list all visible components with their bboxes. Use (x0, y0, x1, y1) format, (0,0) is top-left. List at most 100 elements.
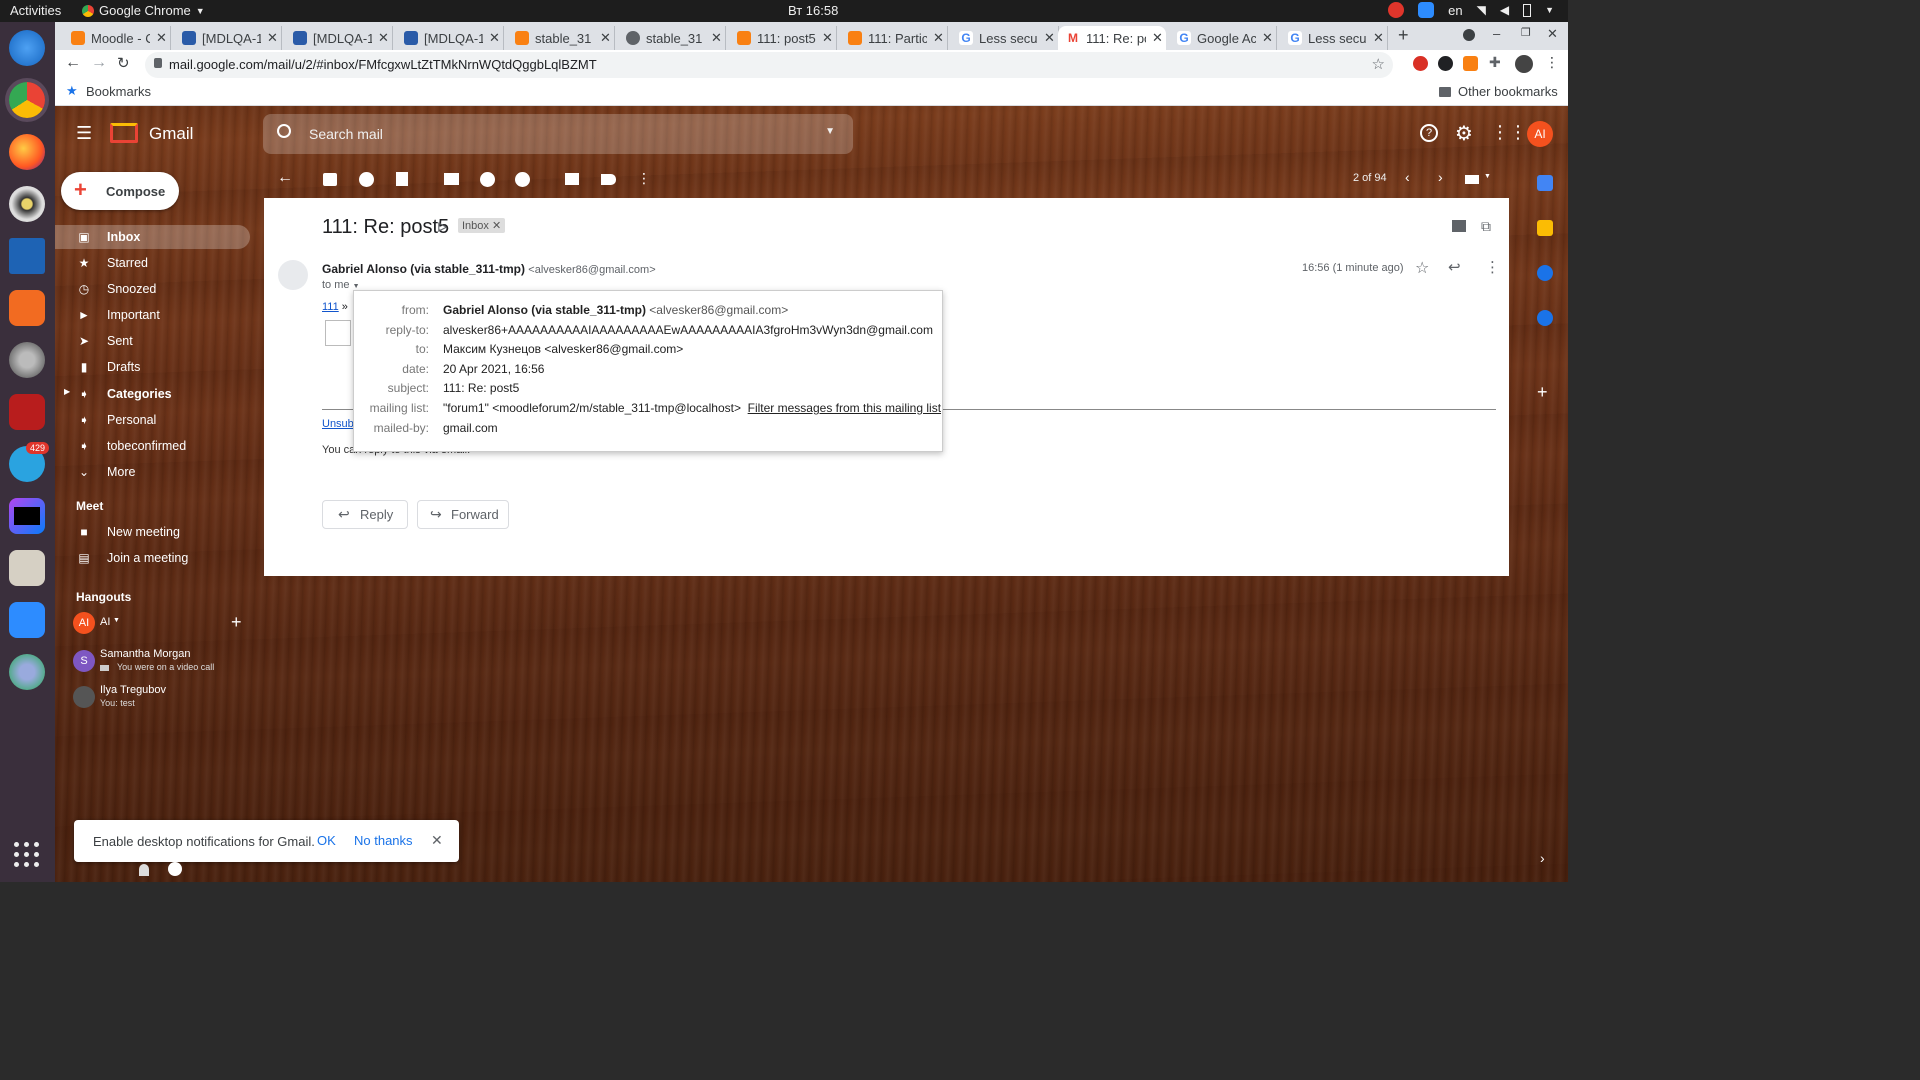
nav-item-tobeconfirmed[interactable]: ➧ tobeconfirmed (55, 434, 250, 458)
minimize-window-icon[interactable]: – (1493, 26, 1500, 41)
browser-tab[interactable]: [MDLQA-1 ✕ (396, 26, 504, 50)
search-options-icon[interactable]: ▼ (825, 126, 835, 137)
bookmarks-folder[interactable]: Bookmarks (86, 84, 151, 99)
nav-item-starred[interactable]: ★ Starred (55, 251, 250, 275)
hangouts-contact[interactable]: Ilya Tregubov You: test (73, 684, 243, 714)
browser-tab[interactable]: Moodle - C ✕ (63, 26, 171, 50)
close-tab-icon[interactable]: ✕ (156, 30, 170, 46)
nav-item-important[interactable]: ► Important (55, 303, 250, 327)
nav-item-categories[interactable]: ▶ ➧ Categories (55, 382, 250, 406)
zoom-icon[interactable] (9, 602, 45, 638)
nav-item-inbox[interactable]: ▣ Inbox (55, 225, 250, 249)
labels-icon[interactable] (601, 174, 616, 185)
browser-tab[interactable]: stable_31 ✕ (618, 26, 726, 50)
battery-icon[interactable] (1523, 3, 1532, 17)
search-input[interactable]: Search mail (309, 126, 383, 142)
google-apps-icon[interactable]: ⋮⋮ (1491, 122, 1527, 143)
extension-abp-icon[interactable] (1413, 56, 1428, 71)
address-bar[interactable]: mail.google.com/mail/u/2/#inbox/FMfcgxwL… (145, 52, 1393, 78)
zoom-tray-icon[interactable] (1418, 2, 1435, 18)
bookmark-star-icon[interactable]: ☆ (1372, 55, 1385, 73)
maximize-window-icon[interactable]: ❐ (1521, 26, 1531, 39)
new-tab-button[interactable]: + (1398, 25, 1409, 46)
firefox-icon[interactable] (9, 134, 45, 170)
app-menu[interactable]: Google Chrome ▼ (82, 3, 205, 18)
account-avatar[interactable]: AI (1527, 121, 1553, 147)
browser-tab[interactable]: G Less secur ✕ (951, 26, 1059, 50)
volume-icon[interactable]: ◀ (1500, 3, 1509, 17)
browser-tab[interactable]: G Google Ac ✕ (1169, 26, 1277, 50)
writer-icon[interactable] (9, 238, 45, 274)
browser-tab[interactable]: G Less secur ✕ (1280, 26, 1388, 50)
close-tab-icon[interactable]: ✕ (1373, 30, 1387, 46)
more-options-icon[interactable]: ⋮ (1485, 258, 1500, 276)
close-tab-icon[interactable]: ✕ (267, 30, 281, 46)
hide-side-panel-icon[interactable]: › (1540, 850, 1545, 866)
close-tab-icon[interactable]: ✕ (1152, 30, 1166, 46)
star-icon[interactable]: ☆ (1415, 258, 1429, 278)
compose-button[interactable]: + Compose (61, 172, 179, 210)
hangouts-contact[interactable]: S Samantha Morgan You were on a video ca… (73, 648, 243, 678)
filter-mailing-list-link[interactable]: Filter messages from this mailing list (748, 401, 941, 415)
phpstorm-icon[interactable] (9, 498, 45, 534)
chrome-menu-icon[interactable]: ⋮ (1545, 54, 1559, 71)
snooze-icon[interactable] (480, 172, 495, 187)
language-indicator[interactable]: en (1448, 3, 1462, 18)
browser-tab[interactable]: 111: post5 ✕ (729, 26, 837, 50)
browser-tab[interactable]: [MDLQA-1 ✕ (174, 26, 282, 50)
close-tab-icon[interactable]: ✕ (600, 30, 614, 46)
important-marker-icon[interactable]: ᐅ (437, 220, 447, 236)
newer-icon[interactable]: ‹ (1405, 169, 1410, 185)
more-actions-icon[interactable]: ⋮ (637, 170, 653, 186)
software-center-icon[interactable] (9, 290, 45, 326)
rhythmbox-icon[interactable] (9, 186, 45, 222)
clock[interactable]: Вт 16:58 (788, 3, 838, 18)
add-to-tasks-icon[interactable] (515, 172, 530, 187)
nav-item-personal[interactable]: ➧ Personal (55, 408, 250, 432)
tasks-icon[interactable] (1537, 265, 1553, 281)
nav-item-snoozed[interactable]: ◷ Snoozed (55, 277, 250, 301)
browser-tab[interactable]: 111: Partic ✕ (840, 26, 948, 50)
older-icon[interactable]: › (1438, 169, 1443, 185)
notification-no-thanks-button[interactable]: No thanks (354, 833, 413, 848)
person-icon[interactable] (139, 864, 149, 876)
chat-bubble-icon[interactable] (168, 862, 182, 876)
reload-icon[interactable]: ↻ (117, 54, 130, 72)
reply-icon[interactable]: ↩ (1448, 258, 1461, 276)
delete-icon[interactable] (396, 172, 408, 186)
files-icon[interactable] (9, 550, 45, 586)
help-icon[interactable]: ? (1420, 124, 1438, 142)
report-spam-icon[interactable] (359, 172, 374, 187)
browser-tab-active[interactable]: M 111: Re: po ✕ (1058, 26, 1166, 50)
gmail-logo-text[interactable]: Gmail (149, 124, 193, 144)
back-icon[interactable]: ← (65, 54, 81, 72)
archive-icon[interactable] (323, 173, 337, 186)
search-icon[interactable] (277, 124, 291, 138)
search-bar[interactable]: Search mail ▼ (263, 114, 853, 154)
move-to-icon[interactable] (565, 173, 579, 185)
profile-avatar[interactable] (1515, 55, 1533, 73)
remove-label-icon[interactable]: ✕ (492, 220, 501, 232)
power-menu-icon[interactable]: ▼ (1545, 5, 1554, 15)
new-conversation-icon[interactable]: + (231, 612, 242, 633)
calendar-icon[interactable] (1537, 175, 1553, 191)
main-menu-icon[interactable]: ☰ (76, 123, 92, 144)
chrome-dock-icon[interactable] (9, 82, 45, 118)
hangouts-self[interactable]: AI AI ▼ (73, 612, 233, 634)
close-icon[interactable]: ✕ (431, 832, 443, 849)
input-tools-icon[interactable] (1465, 175, 1479, 184)
expand-arrow-icon[interactable]: ▶ (64, 387, 70, 396)
contacts-icon[interactable] (1537, 310, 1553, 326)
extension-moodle-icon[interactable] (1463, 56, 1478, 71)
close-tab-icon[interactable]: ✕ (1044, 30, 1058, 46)
nav-item-sent[interactable]: ➤ Sent (55, 329, 250, 353)
close-tab-icon[interactable]: ✕ (933, 30, 947, 46)
other-app-icon[interactable] (9, 654, 45, 690)
show-applications-icon[interactable] (14, 842, 40, 868)
tab-search-icon[interactable] (1463, 29, 1475, 41)
close-tab-icon[interactable]: ✕ (822, 30, 836, 46)
new-meeting-link[interactable]: ■ New meeting (55, 520, 250, 544)
extensions-puzzle-icon[interactable]: ✚ (1489, 54, 1501, 71)
nav-item-drafts[interactable]: ▮ Drafts (55, 355, 250, 379)
close-window-icon[interactable]: ✕ (1547, 26, 1558, 42)
